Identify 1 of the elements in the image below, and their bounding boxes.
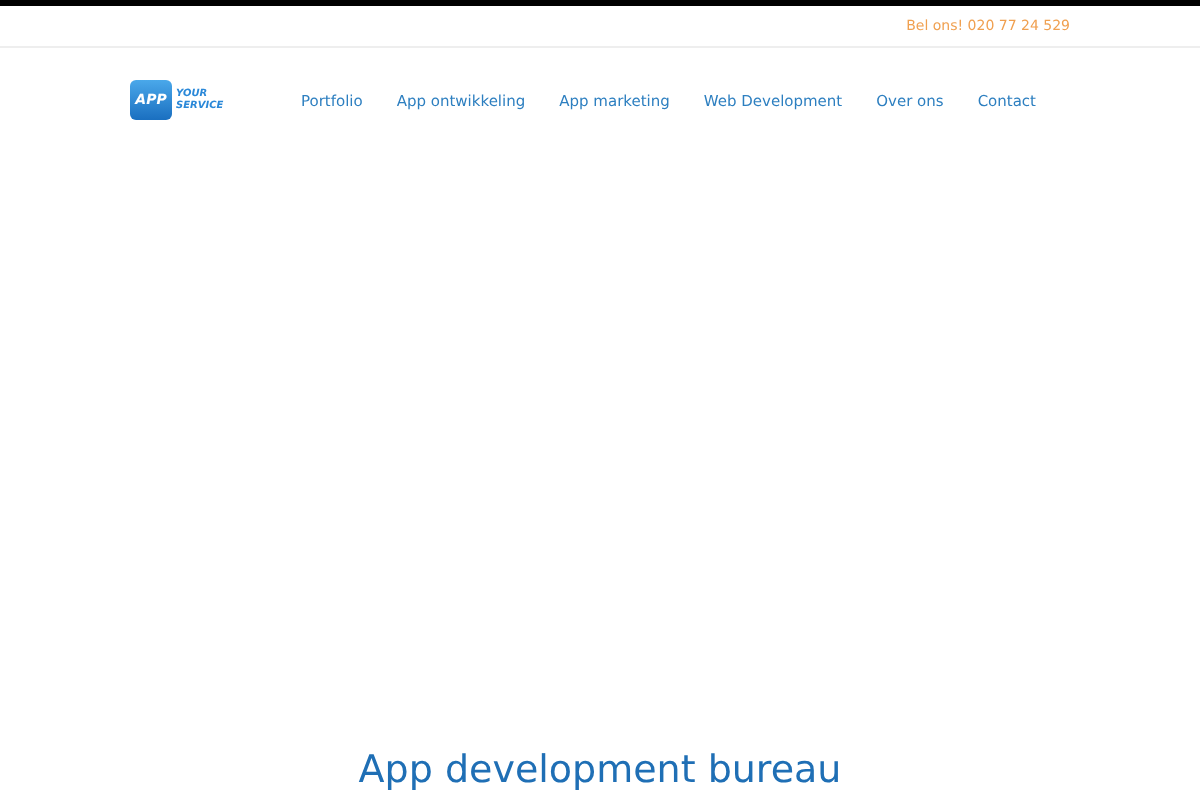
hero-heading: App development bureau (356, 748, 844, 792)
